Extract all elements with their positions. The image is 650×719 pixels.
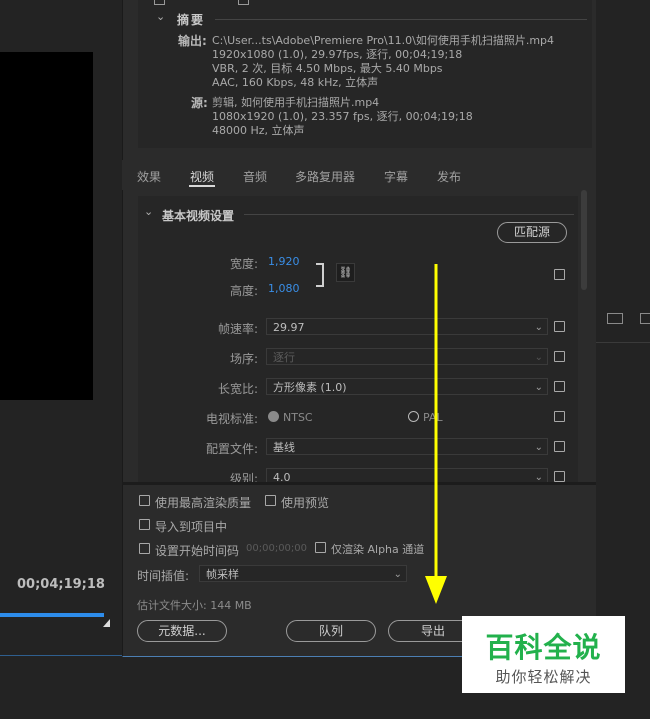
scrollbar-thumb[interactable]	[581, 190, 587, 290]
frame-rate-label: 帧速率:	[217, 322, 258, 336]
field-order-value: 逐行	[273, 351, 295, 364]
profile-dropdown[interactable]: 基线 ⌄	[266, 438, 548, 455]
import-into-project-label: 导入到项目中	[155, 520, 228, 534]
left-bottom-line	[0, 655, 122, 656]
width-label: 宽度:	[229, 257, 258, 271]
import-into-project-checkbox[interactable]	[139, 519, 150, 530]
time-interpolation-value: 帧采样	[206, 568, 239, 581]
tab-effects[interactable]: 效果	[137, 168, 161, 185]
left-timecode: 00;04;19;18	[17, 577, 105, 592]
summary-chevron-icon[interactable]: ⌄	[156, 10, 165, 23]
render-alpha-only-label: 仅渲染 Alpha 通道	[331, 543, 425, 556]
section-chevron-icon[interactable]: ⌄	[144, 205, 153, 218]
chevron-down-icon: ⌄	[534, 472, 543, 482]
source-line-3: 48000 Hz, 立体声	[212, 124, 305, 137]
frame-rate-dropdown[interactable]: 29.97 ⌄	[266, 318, 548, 335]
section-title: 基本视频设置	[162, 209, 235, 223]
bottom-separator	[122, 482, 596, 485]
height-label: 高度:	[229, 284, 258, 298]
level-dropdown[interactable]: 4.0 ⌄	[266, 468, 548, 482]
field-order-dropdown[interactable]: 逐行 ⌄	[266, 348, 548, 365]
aspect-checkbox[interactable]	[554, 381, 565, 392]
chevron-down-icon: ⌄	[534, 352, 543, 363]
chevron-down-icon: ⌄	[534, 322, 543, 333]
tab-publish[interactable]: 发布	[437, 168, 461, 185]
level-value: 4.0	[273, 471, 291, 482]
frame-rate-value: 29.97	[273, 321, 305, 334]
video-preview	[0, 52, 93, 400]
max-render-quality-checkbox[interactable]	[139, 495, 150, 506]
time-interpolation-dropdown[interactable]: 帧采样 ⌄	[199, 565, 407, 582]
section-divider	[244, 214, 574, 215]
field-order-checkbox[interactable]	[554, 351, 565, 362]
ntsc-label: NTSC	[283, 411, 313, 424]
tab-video-underline	[189, 185, 215, 187]
top-checkbox-2[interactable]	[238, 0, 249, 5]
tab-audio[interactable]: 音频	[243, 168, 267, 185]
right-panel	[596, 0, 650, 719]
aspect-label: 长宽比:	[217, 382, 258, 396]
tab-multiplexer[interactable]: 多路复用器	[295, 168, 355, 185]
chevron-down-icon: ⌄	[534, 382, 543, 393]
link-chain-icon[interactable]: ⛓	[336, 263, 355, 282]
frame-rate-checkbox[interactable]	[554, 321, 565, 332]
source-label: 源:	[191, 96, 208, 110]
queue-button[interactable]: 队列	[286, 620, 376, 642]
tab-video[interactable]: 视频	[190, 168, 214, 185]
right-panel-divider	[596, 342, 650, 343]
max-render-quality-label: 使用最高渲染质量	[155, 496, 252, 510]
use-previews-label: 使用预览	[281, 496, 330, 510]
level-label: 级别:	[229, 472, 258, 482]
playhead-marker[interactable]	[103, 619, 110, 627]
tv-standard-label: 电视标准:	[205, 412, 258, 426]
start-timecode-value[interactable]: 00;00;00;00	[246, 543, 307, 554]
use-previews-checkbox[interactable]	[265, 495, 276, 506]
chevron-down-icon: ⌄	[534, 442, 543, 453]
render-alpha-only-checkbox[interactable]	[315, 542, 326, 553]
tab-captions[interactable]: 字幕	[384, 168, 408, 185]
pal-radio[interactable]	[408, 411, 419, 422]
overwrite-icon[interactable]	[640, 313, 650, 324]
tv-standard-checkbox[interactable]	[554, 411, 565, 422]
metadata-button[interactable]: 元数据...	[137, 620, 227, 642]
output-label: 输出:	[178, 34, 207, 48]
watermark-subtitle: 助你轻松解决	[495, 668, 592, 686]
output-line-4: AAC, 160 Kbps, 48 kHz, 立体声	[212, 76, 379, 89]
link-bracket	[316, 263, 324, 287]
top-checkbox[interactable]	[154, 0, 165, 5]
watermark-title: 百科全说	[485, 631, 602, 664]
width-value[interactable]: 1,920	[268, 255, 300, 268]
ntsc-radio[interactable]	[268, 411, 279, 422]
level-clip: 级别: 4.0 ⌄	[138, 462, 588, 482]
left-timeline-bar[interactable]	[0, 613, 104, 617]
insert-icon[interactable]	[607, 313, 623, 324]
chevron-down-icon: ⌄	[393, 569, 402, 580]
aspect-value: 方形像素 (1.0)	[273, 381, 347, 394]
level-checkbox[interactable]	[554, 471, 565, 482]
profile-label: 配置文件:	[205, 442, 258, 456]
set-start-timecode-checkbox[interactable]	[139, 543, 150, 554]
estimated-file-size: 估计文件大小: 144 MB	[137, 599, 252, 612]
set-start-timecode-label: 设置开始时间码	[155, 544, 240, 558]
height-value[interactable]: 1,080	[268, 282, 300, 295]
summary-title: 摘要	[177, 13, 206, 27]
time-interpolation-label: 时间插值:	[137, 569, 190, 583]
profile-value: 基线	[273, 441, 295, 454]
dimensions-override-checkbox[interactable]	[554, 269, 565, 280]
profile-checkbox[interactable]	[554, 441, 565, 452]
summary-divider	[215, 19, 587, 20]
watermark-logo: 百科全说 助你轻松解决	[462, 616, 625, 693]
aspect-dropdown[interactable]: 方形像素 (1.0) ⌄	[266, 378, 548, 395]
match-source-button[interactable]: 匹配源	[497, 222, 567, 243]
yellow-arrow-annotation	[425, 264, 447, 604]
field-order-label: 场序:	[229, 352, 258, 366]
